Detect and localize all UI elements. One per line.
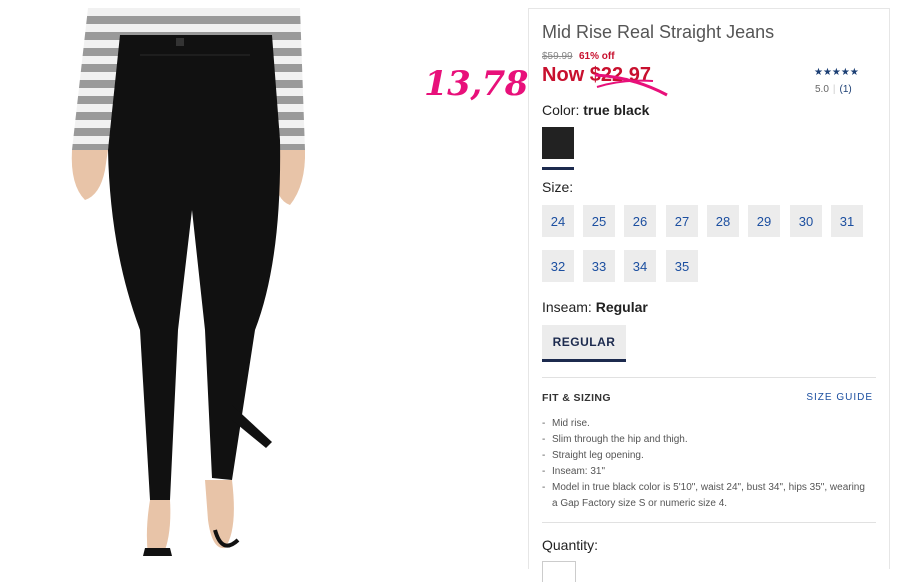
list-item: Slim through the hip and thigh. [542,432,872,448]
size-label: Size: [542,179,574,195]
swatch-fill [542,127,574,159]
inseam-regular-button[interactable]: REGULAR [542,325,626,362]
size-option-24[interactable]: 24 [542,205,574,237]
size-option-27[interactable]: 27 [666,205,698,237]
size-option-32[interactable]: 32 [542,250,574,282]
list-item: Inseam: 31" [542,464,872,480]
review-count-link[interactable]: (1) [840,84,852,95]
quantity-input[interactable] [542,561,576,582]
rating-summary: 5.0 | (1) [815,84,852,95]
product-title: Mid Rise Real Straight Jeans [542,22,775,42]
size-option-26[interactable]: 26 [624,205,656,237]
divider [542,522,876,523]
product-details-panel: Mid Rise Real Straight Jeans $59.99 61% … [528,8,890,582]
color-swatch-true-black[interactable] [542,127,574,170]
size-option-29[interactable]: 29 [748,205,780,237]
list-item: Model in true black color is 5'10", wais… [542,480,872,512]
size-option-35[interactable]: 35 [666,250,698,282]
original-price: $59.99 [542,51,573,62]
color-label: Color: true black [542,102,649,118]
inseam-value: Regular [595,299,648,315]
list-item: Mid rise. [542,416,872,432]
fit-details-list: Mid rise. Slim through the hip and thigh… [542,416,872,512]
inseam-label: Inseam: Regular [542,299,648,315]
quantity-label: Quantity: [542,537,599,553]
product-image [0,0,325,567]
size-option-33[interactable]: 33 [583,250,615,282]
size-option-25[interactable]: 25 [583,205,615,237]
size-option-30[interactable]: 30 [790,205,822,237]
color-value: true black [583,102,650,118]
size-guide-link[interactable]: SIZE GUIDE [806,392,873,403]
fit-sizing-heading: FIT & SIZING [542,392,611,404]
handwritten-strike-mark [594,73,668,97]
rating-stars[interactable]: ★★★★★ [814,67,859,78]
size-option-28[interactable]: 28 [707,205,739,237]
divider [542,377,876,378]
color-label-text: Color: [542,102,580,118]
discount-badge: 61% off [579,51,615,62]
size-option-31[interactable]: 31 [831,205,863,237]
rating-score: 5.0 [815,84,829,95]
inseam-label-text: Inseam: [542,299,592,315]
list-item: Straight leg opening. [542,448,872,464]
size-option-34[interactable]: 34 [624,250,656,282]
handwritten-price-annotation: 13,78 [424,64,528,104]
